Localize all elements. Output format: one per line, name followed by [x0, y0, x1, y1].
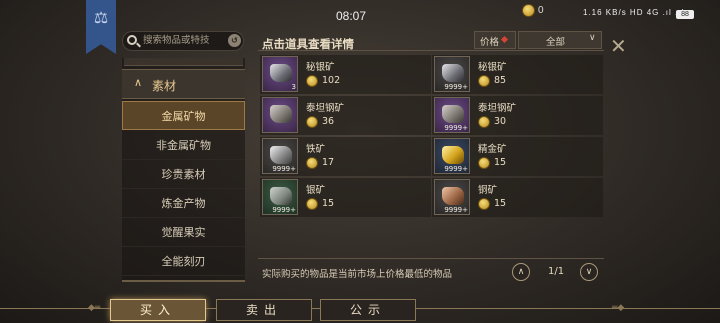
item-price: 85 — [494, 75, 507, 86]
ore-icon: 9999+ — [434, 179, 470, 215]
gold-coin-icon — [306, 157, 318, 169]
item-name: 银矿 — [306, 185, 326, 196]
category-item-precious[interactable]: 珍贵素材 — [122, 160, 245, 189]
item-price: 36 — [322, 116, 335, 127]
chevron-down-icon: ∨ — [589, 33, 596, 43]
ore-icon: 9999+ — [434, 56, 470, 92]
ore-rock-icon — [442, 146, 464, 164]
ore-icon: 9999+ — [434, 138, 470, 174]
filter-selected: 全部 — [546, 37, 566, 48]
category-item-awaken-fruit[interactable]: 觉醒果实 — [122, 218, 245, 247]
item-quantity: 9999+ — [444, 124, 468, 132]
page-indicator: 1/1 — [548, 266, 565, 277]
item-quantity: 9999+ — [444, 83, 468, 91]
item-price: 15 — [322, 198, 335, 209]
tab-public[interactable]: 公示 — [320, 299, 416, 321]
item-card[interactable]: 9999+ 铜矿 15 — [432, 178, 603, 217]
sort-label: 价格 — [480, 37, 500, 48]
header-divider — [258, 50, 604, 51]
ornament-icon: ◆═ — [88, 303, 101, 313]
scales-icon: ⚖ — [93, 8, 109, 27]
ore-icon: 9999+ — [434, 97, 470, 133]
gold-coin-icon — [478, 75, 490, 87]
gold-coin-icon — [478, 116, 490, 128]
ore-rock-icon — [270, 146, 292, 164]
ornament-icon: ═◆ — [612, 303, 625, 313]
item-name: 秘银矿 — [306, 62, 335, 73]
list-divider — [258, 258, 604, 259]
item-name: 精金矿 — [478, 144, 507, 155]
category-item-metal-ore[interactable]: 金属矿物 — [122, 101, 245, 130]
battery-icon: 88 — [676, 10, 694, 19]
category-item-omni-blade[interactable]: 全能刻刃 — [122, 247, 245, 276]
ore-icon: 9999+ — [262, 179, 298, 215]
item-name: 秘银矿 — [478, 62, 507, 73]
chevron-up-icon: ∧ — [134, 76, 143, 89]
gold-coin-icon — [306, 75, 318, 87]
ore-rock-icon — [442, 105, 464, 123]
item-quantity: 9999+ — [272, 206, 296, 214]
item-price: 15 — [494, 198, 507, 209]
page-up-button[interactable]: ∧ — [512, 263, 530, 281]
item-card[interactable]: 9999+ 铁矿 17 — [260, 137, 431, 176]
gold-coin-icon — [306, 116, 318, 128]
page-down-button[interactable]: ∨ — [580, 263, 598, 281]
item-quantity: 9999+ — [272, 165, 296, 173]
category-scroll-edge — [124, 58, 243, 66]
item-card[interactable]: 9999+ 秘银矿 85 — [432, 55, 603, 94]
ore-rock-icon — [270, 105, 292, 123]
category-divider — [122, 280, 245, 282]
ore-rock-icon — [270, 187, 292, 205]
item-card[interactable]: 3 秘银矿 102 — [260, 55, 431, 94]
item-name: 泰坦钢矿 — [478, 103, 517, 114]
gold-coin-icon — [522, 4, 535, 17]
ore-icon: 9999+ — [262, 138, 298, 174]
search-input[interactable] — [143, 33, 225, 48]
item-price: 102 — [322, 75, 341, 86]
item-price: 30 — [494, 116, 507, 127]
coin-balance: 0 — [538, 5, 544, 16]
purchase-note: 实际购买的物品是当前市场上价格最低的物品 — [262, 269, 453, 280]
item-card[interactable]: 泰坦钢矿 36 — [260, 96, 431, 135]
item-quantity: 9999+ — [444, 206, 468, 214]
gold-coin-icon — [478, 198, 490, 210]
close-icon[interactable]: ✕ — [610, 34, 627, 58]
search-reset-icon[interactable]: ↺ — [228, 34, 241, 47]
network-status: 1.16 KB/s HD 4G .ıl .ıl — [583, 8, 685, 17]
item-card[interactable]: 9999+ 精金矿 15 — [432, 137, 603, 176]
item-name: 铁矿 — [306, 144, 326, 155]
ore-rock-icon — [442, 64, 464, 82]
ore-rock-icon — [442, 187, 464, 205]
tab-buy[interactable]: 买入 — [110, 299, 206, 321]
item-name: 铜矿 — [478, 185, 498, 196]
category-item-nonmetal-ore[interactable]: 非金属矿物 — [122, 131, 245, 160]
item-card[interactable]: 9999+ 银矿 15 — [260, 178, 431, 217]
ore-icon — [262, 97, 298, 133]
gold-coin-icon — [478, 157, 490, 169]
category-item-alchemy[interactable]: 炼金产物 — [122, 189, 245, 218]
gold-coin-icon — [306, 198, 318, 210]
item-quantity: 3 — [291, 83, 296, 91]
item-card[interactable]: 9999+ 泰坦钢矿 30 — [432, 96, 603, 135]
item-price: 17 — [322, 157, 335, 168]
item-name: 泰坦钢矿 — [306, 103, 345, 114]
item-quantity: 9999+ — [444, 165, 468, 173]
status-time: 08:07 — [336, 9, 367, 23]
category-group-label: 素材 — [152, 79, 177, 93]
ore-icon: 3 — [262, 56, 298, 92]
ore-rock-icon — [270, 64, 292, 82]
tab-sell[interactable]: 卖出 — [216, 299, 312, 321]
item-price: 15 — [494, 157, 507, 168]
